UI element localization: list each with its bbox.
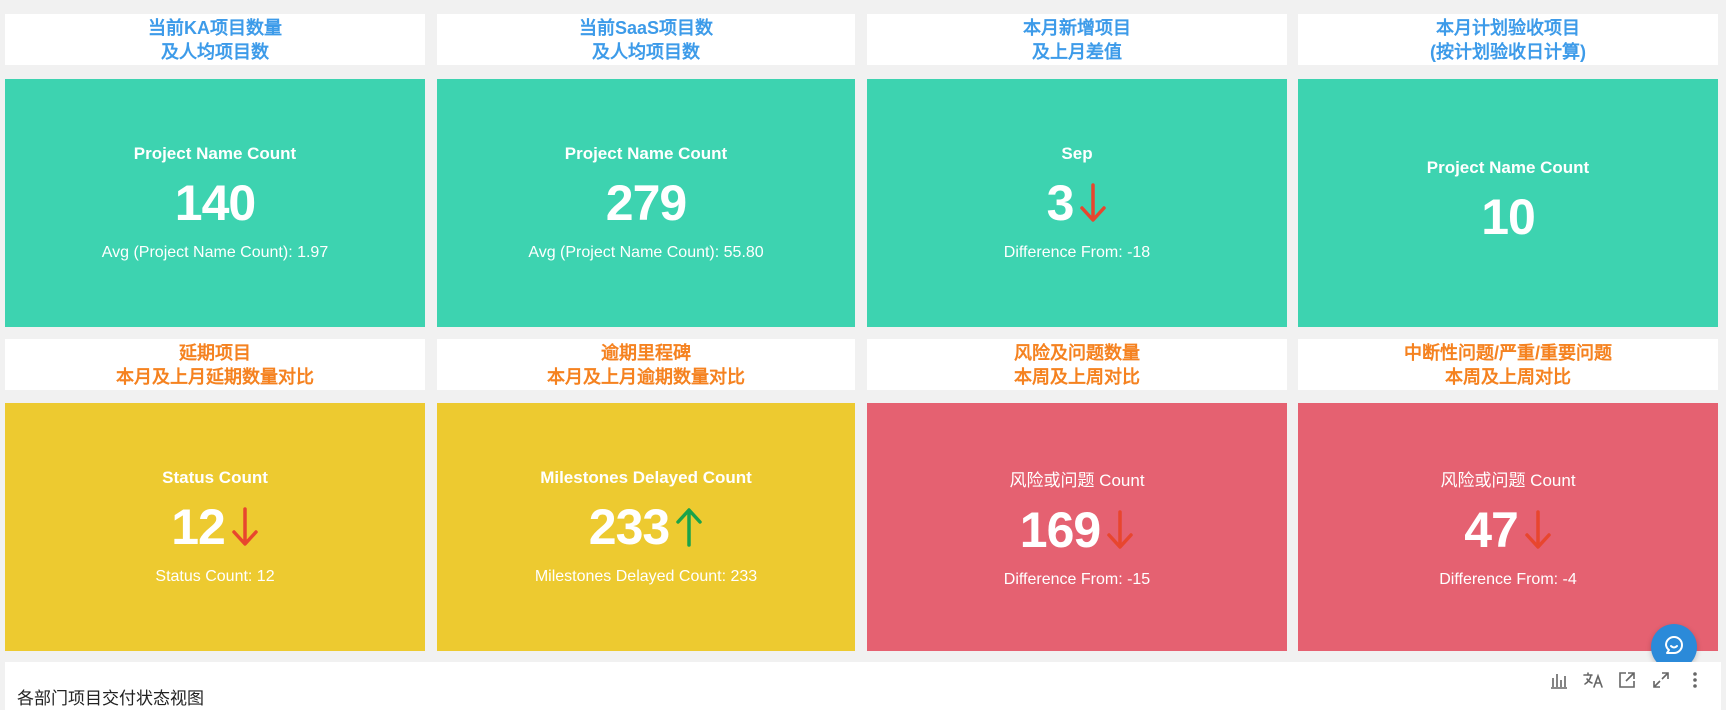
more-vertical-icon[interactable] xyxy=(1683,668,1707,692)
kpi-subtext: Difference From: -18 xyxy=(1003,244,1151,261)
header-critical-issues: 中断性问题/严重/重要问题 本周及上周对比 xyxy=(1298,339,1718,390)
panel-title: 各部门项目交付状态视图 xyxy=(17,689,204,708)
kpi-value: 12 xyxy=(171,499,226,555)
kpi-subtext: Avg (Project Name Count): 55.80 xyxy=(528,244,764,261)
header-new-projects: 本月新增项目 及上月差值 xyxy=(867,14,1287,65)
kpi-label: Project Name Count xyxy=(564,144,728,163)
kpi-value: 279 xyxy=(605,175,687,231)
header-saas-projects: 当前SaaS项目数 及人均项目数 xyxy=(437,14,855,65)
dashboard: 当前KA项目数量 及人均项目数 当前SaaS项目数 及人均项目数 本月新增项目 … xyxy=(0,0,1726,710)
kpi-label: Project Name Count xyxy=(133,144,297,163)
kpi-subtext: Milestones Delayed Count: 233 xyxy=(534,568,758,585)
header-line2: 及上月差值 xyxy=(1032,41,1122,62)
kpi-value: 169 xyxy=(1019,501,1101,558)
arrow-down-icon xyxy=(1524,509,1552,550)
header-line1: 本月计划验收项目 xyxy=(1436,17,1580,38)
arrow-up-icon xyxy=(675,507,703,547)
header-line1: 中断性问题/严重/重要问题 xyxy=(1403,342,1612,363)
kpi-label: Project Name Count xyxy=(1426,158,1590,177)
kpi-value: 47 xyxy=(1464,501,1519,558)
bar-chart-icon[interactable] xyxy=(1547,668,1571,692)
header-acceptance-projects: 本月计划验收项目 (按计划验收日计算) xyxy=(1298,14,1718,65)
kpi-value: 140 xyxy=(174,175,256,231)
header-overdue-milestones: 逾期里程碑 本月及上月逾期数量对比 xyxy=(437,339,855,390)
kpi-subtext: Difference From: -15 xyxy=(1003,570,1151,588)
kpi-acceptance-projects[interactable]: Project Name Count 10 xyxy=(1298,79,1718,327)
chat-icon xyxy=(1661,632,1687,663)
kpi-label: Sep xyxy=(1061,144,1093,163)
kpi-saas-project-count[interactable]: Project Name Count 279 Avg (Project Name… xyxy=(437,79,855,327)
header-line2: (按计划验收日计算) xyxy=(1430,41,1586,62)
header-risks-issues: 风险及问题数量 本周及上周对比 xyxy=(867,339,1287,390)
header-ka-projects: 当前KA项目数量 及人均项目数 xyxy=(5,14,425,65)
kpi-new-projects-month[interactable]: Sep 3 Difference From: -18 xyxy=(867,79,1287,327)
kpi-subtext: Avg (Project Name Count): 1.97 xyxy=(101,244,329,261)
header-line2: 本周及上周对比 xyxy=(1445,366,1571,387)
kpi-ka-project-count[interactable]: Project Name Count 140 Avg (Project Name… xyxy=(5,79,425,327)
expand-icon[interactable] xyxy=(1649,668,1673,692)
department-delivery-panel: 各部门项目交付状态视图 xyxy=(5,662,1721,710)
header-line1: 本月新增项目 xyxy=(1023,17,1131,38)
header-line2: 本周及上周对比 xyxy=(1014,366,1140,387)
kpi-label: 风险或问题 Count xyxy=(1440,470,1576,490)
kpi-risk-issue-count[interactable]: 风险或问题 Count 169 Difference From: -15 xyxy=(867,403,1287,651)
header-line1: 延期项目 xyxy=(179,342,251,363)
header-line2: 本月及上月延期数量对比 xyxy=(116,366,314,387)
arrow-down-icon xyxy=(1106,509,1134,550)
header-line1: 风险及问题数量 xyxy=(1014,342,1140,363)
kpi-subtext: Status Count: 12 xyxy=(155,568,275,585)
header-line1: 逾期里程碑 xyxy=(601,342,691,363)
kpi-value: 10 xyxy=(1481,189,1536,245)
header-line2: 本月及上月逾期数量对比 xyxy=(547,366,745,387)
header-line1: 当前SaaS项目数 xyxy=(578,17,714,38)
kpi-critical-issue-count[interactable]: 风险或问题 Count 47 Difference From: -4 xyxy=(1298,403,1718,651)
arrow-down-icon xyxy=(1079,183,1107,223)
kpi-label: Milestones Delayed Count xyxy=(540,468,752,487)
arrow-down-icon xyxy=(231,507,259,547)
kpi-delayed-status-count[interactable]: Status Count 12 Status Count: 12 xyxy=(5,403,425,651)
language-icon[interactable] xyxy=(1581,668,1605,692)
kpi-milestones-delayed[interactable]: Milestones Delayed Count 233 Milestones … xyxy=(437,403,855,651)
kpi-value: 233 xyxy=(588,499,670,555)
kpi-label: Status Count xyxy=(162,468,268,487)
kpi-label: 风险或问题 Count xyxy=(1009,470,1145,490)
header-line2: 及人均项目数 xyxy=(161,41,269,62)
header-line1: 当前KA项目数量 xyxy=(148,17,282,38)
header-delayed-projects: 延期项目 本月及上月延期数量对比 xyxy=(5,339,425,390)
kpi-subtext: Difference From: -4 xyxy=(1439,570,1577,588)
header-line2: 及人均项目数 xyxy=(592,41,700,62)
open-external-icon[interactable] xyxy=(1615,668,1639,692)
kpi-value: 3 xyxy=(1046,175,1075,231)
panel-toolbar xyxy=(1547,668,1707,692)
